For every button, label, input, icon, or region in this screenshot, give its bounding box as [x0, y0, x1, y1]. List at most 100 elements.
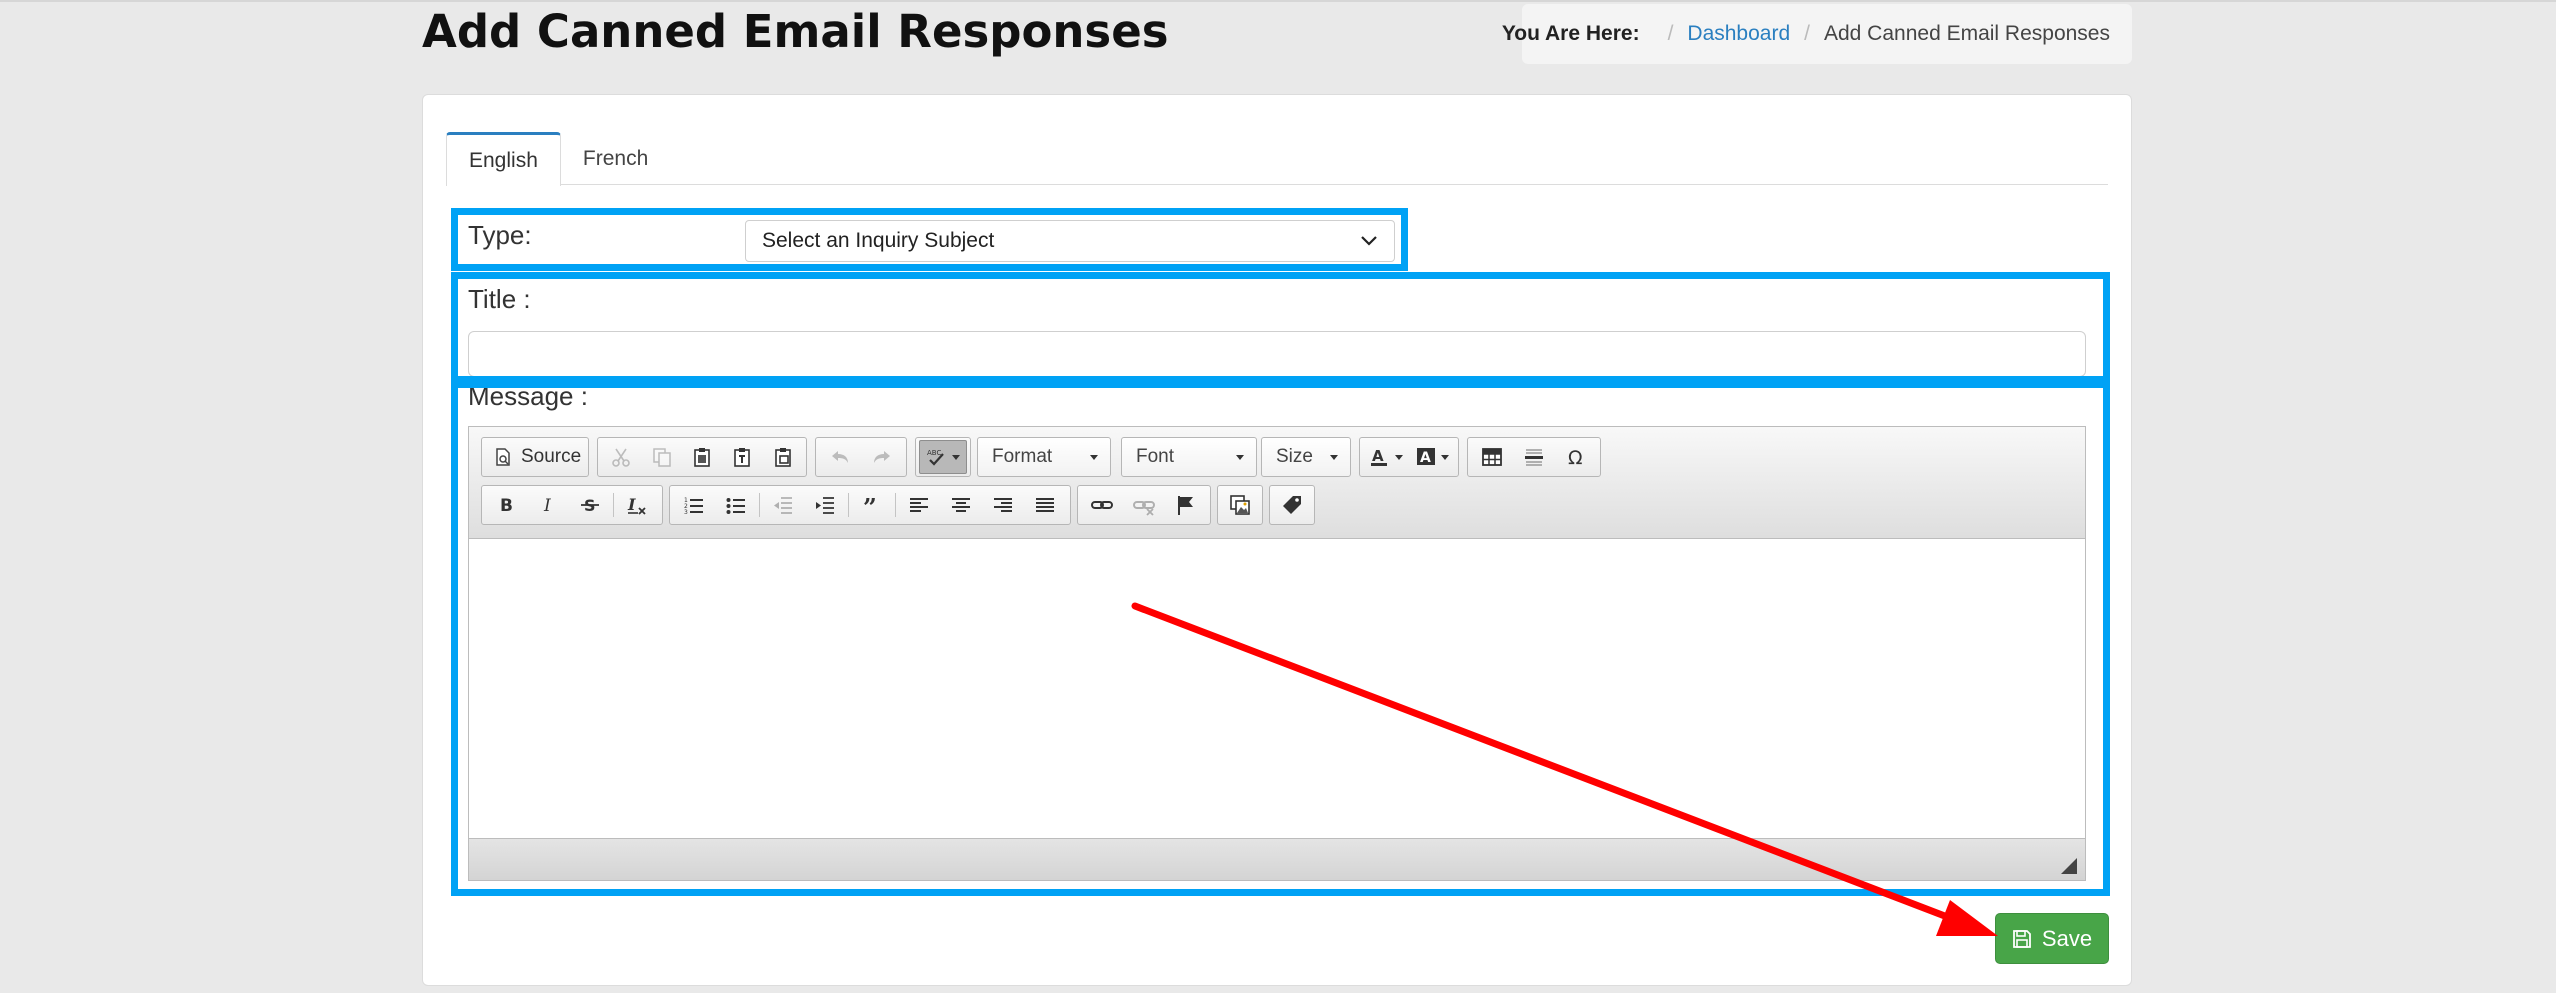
decrease-indent-button[interactable] [762, 488, 804, 522]
source-group: Source [481, 437, 589, 477]
align-left-icon [910, 498, 928, 512]
numbered-list-button[interactable]: 123 [673, 488, 715, 522]
blockquote-button[interactable]: ” [851, 488, 893, 522]
chevron-down-icon [1330, 454, 1338, 460]
align-center-button[interactable] [940, 488, 982, 522]
toolbar-separator [895, 493, 896, 517]
copy-button[interactable] [641, 440, 681, 474]
breadcrumb: You Are Here: / Dashboard / Add Canned E… [1502, 4, 2132, 64]
format-label: Format [992, 446, 1053, 467]
svg-text:Ω: Ω [1568, 447, 1583, 468]
source-button[interactable]: Source [485, 440, 589, 474]
spellcheck-button[interactable]: ABC [919, 440, 967, 474]
paste-word-button[interactable] [763, 440, 803, 474]
breadcrumb-lead: You Are Here: [1501, 22, 1640, 45]
table-icon [1482, 448, 1502, 466]
title-input[interactable] [468, 331, 2086, 377]
link-icon [1091, 501, 1113, 509]
svg-text:A: A [1420, 450, 1431, 466]
tab-english[interactable]: English [446, 132, 561, 186]
tab-french[interactable]: French [561, 132, 670, 185]
type-label: Type: [468, 220, 532, 250]
italic-icon: I [543, 496, 551, 516]
paste-text-button[interactable] [722, 440, 762, 474]
undo-icon [832, 451, 848, 463]
strikethrough-button[interactable]: S [569, 488, 611, 522]
table-button[interactable] [1471, 440, 1513, 474]
paste-icon [694, 448, 710, 467]
svg-text:ABC: ABC [927, 449, 941, 457]
anchor-button[interactable] [1165, 488, 1207, 522]
paste-word-icon [775, 448, 791, 467]
justify-button[interactable] [1024, 488, 1066, 522]
italic-button[interactable]: I [527, 488, 569, 522]
format-dropdown[interactable]: Format [977, 437, 1111, 477]
text-color-button[interactable]: A [1363, 440, 1409, 474]
editor-content-area[interactable] [469, 539, 2085, 839]
tag-icon [1283, 496, 1301, 514]
align-left-button[interactable] [898, 488, 940, 522]
toolbar-separator [759, 493, 760, 517]
svg-text:I: I [627, 495, 636, 514]
link-button[interactable] [1081, 488, 1123, 522]
align-right-icon [994, 498, 1012, 512]
inquiry-subject-select[interactable]: Select an Inquiry Subject [745, 220, 1395, 262]
undo-button[interactable] [819, 440, 861, 474]
unlink-button[interactable] [1123, 488, 1165, 522]
background-color-button[interactable]: A [1409, 440, 1455, 474]
breadcrumb-current: Add Canned Email Responses [1823, 22, 2110, 45]
cut-button[interactable] [601, 440, 641, 474]
image-button[interactable] [1221, 488, 1259, 522]
size-dropdown[interactable]: Size [1261, 437, 1351, 477]
horizontal-line-button[interactable] [1513, 440, 1555, 474]
resize-handle-icon[interactable] [2061, 858, 2077, 874]
paragraph-group: 123 ” [669, 485, 1071, 525]
top-divider [0, 0, 2556, 2]
special-character-button[interactable]: Ω [1555, 440, 1597, 474]
breadcrumb-separator: / [1667, 22, 1674, 45]
source-icon [496, 448, 510, 466]
remove-format-button[interactable]: I [616, 488, 658, 522]
image-group [1217, 485, 1263, 525]
breadcrumb-dashboard-link[interactable]: Dashboard [1687, 22, 1790, 46]
spellcheck-group: ABC [915, 437, 971, 477]
chevron-down-icon [1361, 236, 1377, 246]
links-group [1077, 485, 1211, 525]
remove-format-icon: I [627, 495, 646, 515]
save-button[interactable]: Save [1995, 913, 2109, 964]
bold-button[interactable]: B [485, 488, 527, 522]
background-color-icon: A [1417, 448, 1435, 466]
bulleted-list-button[interactable] [715, 488, 757, 522]
toolbar-separator [613, 493, 614, 517]
outdent-icon [774, 497, 792, 514]
cut-icon [612, 448, 631, 467]
editor-statusbar [469, 838, 2085, 880]
bold-icon: B [500, 496, 513, 516]
page-title: Add Canned Email Responses [422, 5, 1169, 58]
bulleted-list-icon [726, 498, 745, 514]
basic-styles-group: B I S I [481, 485, 663, 525]
align-right-button[interactable] [982, 488, 1024, 522]
spellcheck-icon: ABC [927, 449, 944, 466]
image-icon [1230, 495, 1250, 515]
strikethrough-icon: S [581, 496, 599, 515]
message-editor: Source ABC Format Font Size A A Ω B I S … [468, 426, 2086, 881]
message-label: Message : [468, 381, 588, 411]
source-label: Source [521, 446, 582, 467]
paste-text-icon [734, 448, 751, 467]
tag-button[interactable] [1273, 488, 1311, 522]
paste-button[interactable] [682, 440, 722, 474]
numbered-list-icon: 123 [684, 497, 703, 516]
svg-text:A: A [1372, 447, 1384, 465]
language-tabs: English French [446, 132, 2108, 186]
redo-button[interactable] [861, 440, 903, 474]
size-label: Size [1276, 446, 1313, 467]
font-dropdown[interactable]: Font [1121, 437, 1257, 477]
title-label: Title : [468, 284, 531, 314]
indent-icon [816, 497, 834, 514]
increase-indent-button[interactable] [804, 488, 846, 522]
svg-text:I: I [543, 496, 551, 516]
save-label: Save [2041, 925, 2093, 951]
chevron-down-icon [1090, 454, 1098, 460]
color-group: A A [1359, 437, 1459, 477]
